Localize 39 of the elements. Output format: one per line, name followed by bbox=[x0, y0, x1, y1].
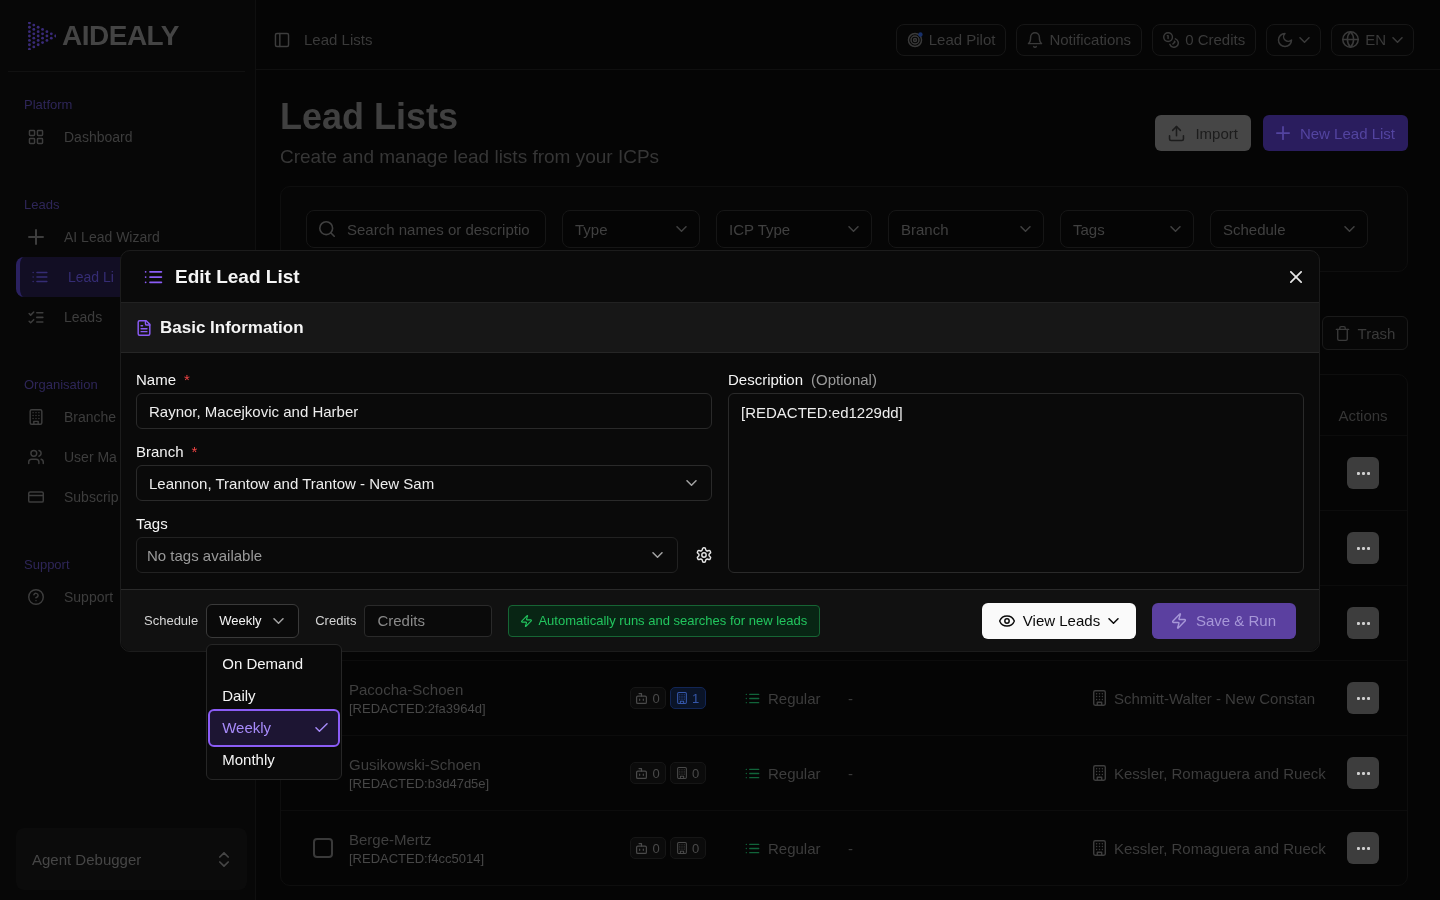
nav-group-label: Support bbox=[23, 556, 70, 574]
dash-text: - bbox=[848, 764, 853, 782]
notice-text: Automatically runs and searches for new leads bbox=[538, 613, 808, 628]
list-type: Regular bbox=[768, 764, 821, 782]
list-type: Regular bbox=[768, 839, 821, 857]
count-value: 0 bbox=[691, 840, 700, 856]
field-label: Schedule bbox=[144, 613, 199, 628]
required-mark: * bbox=[191, 442, 198, 460]
count-value: 1 bbox=[691, 690, 700, 706]
lead-list-name: Pacocha-Schoen bbox=[349, 680, 464, 698]
nav-group-label: Platform bbox=[23, 96, 73, 114]
count-value: 0 bbox=[652, 765, 660, 781]
field-label: Description bbox=[728, 370, 804, 388]
dash-text: - bbox=[848, 689, 853, 707]
count-value: 0 bbox=[691, 765, 700, 781]
count-value: 0 bbox=[652, 840, 660, 856]
dash-text: - bbox=[848, 839, 853, 857]
branch-name: Kessler, Romaguera and Rueck bbox=[1114, 839, 1326, 857]
list-type: Regular bbox=[768, 689, 821, 707]
lead-list-name: Gusikowski-Schoen bbox=[349, 755, 481, 773]
optional-hint: (Optional) bbox=[811, 370, 877, 388]
required-mark: * bbox=[184, 370, 190, 388]
lead-list-id: [REDACTED:b3d47d5e] bbox=[349, 775, 490, 791]
section-title: Basic Information bbox=[160, 317, 304, 338]
branch-name: Schmitt-Walter - New Constan bbox=[1114, 689, 1316, 707]
lead-list-id: [REDACTED:f4cc5014] bbox=[349, 850, 485, 866]
field-label: Tags bbox=[136, 514, 168, 532]
logo-wordmark: AIDEALY bbox=[62, 19, 179, 52]
branch-name: Kessler, Romaguera and Rueck bbox=[1114, 764, 1326, 782]
nav-group-label: Organisation bbox=[23, 376, 98, 394]
field-label: Branch bbox=[136, 442, 184, 460]
page-title: Lead Lists bbox=[280, 97, 459, 137]
lead-list-name: Berge-Mertz bbox=[349, 830, 432, 848]
field-label: Name bbox=[136, 370, 176, 388]
nav-group-label: Leads bbox=[23, 196, 60, 214]
count-value: 0 bbox=[652, 690, 660, 706]
lead-list-id: [REDACTED:2fa3964d] bbox=[349, 700, 486, 716]
field-label: Credits bbox=[315, 613, 357, 628]
dialog-title: Edit Lead List bbox=[175, 265, 300, 288]
